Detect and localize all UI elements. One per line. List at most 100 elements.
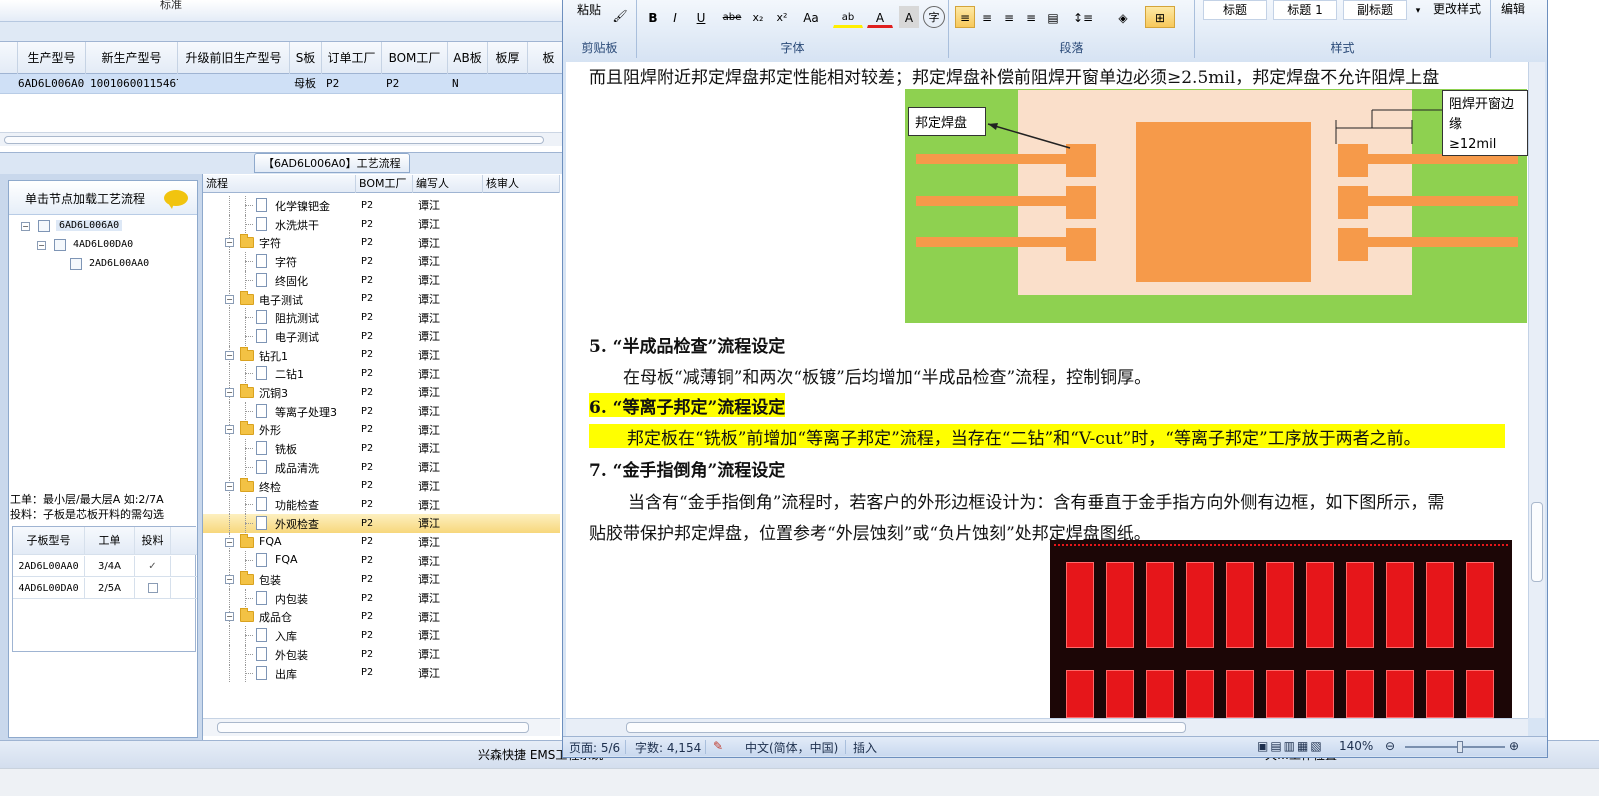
grid-horizontal-scrollbar[interactable]: [0, 132, 570, 146]
flow-row[interactable]: 化学镍钯金 P2 谭江: [203, 196, 560, 215]
highlight-button[interactable]: ab: [833, 6, 863, 28]
borders-icon[interactable]: ⊞: [1145, 6, 1175, 28]
word-count[interactable]: 字数: 4,154: [635, 739, 701, 756]
shading-icon[interactable]: ◈: [1107, 6, 1139, 28]
scroll-thumb[interactable]: [217, 722, 529, 733]
tree-collapse-icon[interactable]: −: [225, 294, 234, 304]
flow-row[interactable]: 外包装 P2 谭江: [203, 644, 560, 664]
col-header[interactable]: 编写人: [413, 175, 483, 193]
styles-more-icon[interactable]: ▾: [1411, 0, 1425, 20]
align-center-icon[interactable]: ≡: [977, 6, 997, 28]
flow-row[interactable]: 外观检查 P2 谭江: [203, 513, 560, 533]
document-horizontal-scrollbar[interactable]: [566, 718, 1528, 736]
tree-node[interactable]: 4AD6L00DA0: [73, 239, 133, 250]
col-header[interactable]: S板: [290, 42, 322, 74]
tree-node[interactable]: 2AD6L00AA0: [89, 258, 149, 269]
tree-collapse-icon[interactable]: −: [225, 388, 234, 397]
col-header[interactable]: 新生产型号: [86, 42, 178, 74]
checkbox[interactable]: [135, 578, 171, 598]
zoom-in-icon[interactable]: ⊕: [1509, 739, 1519, 753]
char-shading-button[interactable]: A: [899, 6, 919, 28]
distributed-icon[interactable]: ▤: [1043, 6, 1063, 28]
flow-row[interactable]: − 外形 P2 谭江: [203, 420, 560, 440]
table-row[interactable]: 2AD6L00AA0 3/4A ✓: [13, 556, 197, 577]
table-row[interactable]: 4AD6L00DA0 2/5A: [13, 578, 197, 599]
flow-row[interactable]: 二钻1 P2 谭江: [203, 364, 560, 383]
scroll-thumb[interactable]: [626, 722, 1186, 733]
flow-row[interactable]: − 钻孔1 P2 谭江: [203, 345, 560, 365]
scroll-thumb[interactable]: [4, 136, 544, 144]
flow-row[interactable]: − 包装 P2 谭江: [203, 570, 560, 589]
chat-bubble-icon[interactable]: [164, 190, 188, 209]
flow-row[interactable]: 等离子处理3 P2 谭江: [203, 401, 560, 421]
insert-mode[interactable]: 插入: [853, 739, 877, 756]
tree-collapse-icon[interactable]: −: [225, 481, 234, 491]
flow-grid-horizontal-scrollbar[interactable]: [203, 718, 560, 736]
col-header[interactable]: BOM工厂: [382, 42, 448, 74]
tree-collapse-icon[interactable]: −: [225, 537, 234, 547]
tree-collapse-icon[interactable]: −: [225, 575, 234, 584]
document-vertical-scrollbar[interactable]: [1528, 62, 1545, 718]
flow-row[interactable]: 成品清洗 P2 谭江: [203, 457, 560, 477]
tree-collapse-icon[interactable]: −: [225, 612, 234, 622]
page-indicator[interactable]: 页面: 5/6: [569, 739, 620, 756]
italic-button[interactable]: I: [665, 6, 685, 28]
tab-process-flow[interactable]: 【6AD6L006A0】工艺流程: [254, 153, 410, 173]
justify-icon[interactable]: ≡: [1021, 6, 1041, 28]
col-header[interactable]: 订单工厂: [322, 42, 382, 74]
tree-collapse-icon[interactable]: −: [225, 350, 234, 360]
align-left-icon[interactable]: ≡: [955, 6, 975, 28]
tree-expand-icon[interactable]: −: [37, 241, 46, 250]
line-spacing-icon[interactable]: ↕≡: [1067, 6, 1099, 28]
scroll-thumb[interactable]: [1531, 502, 1543, 582]
style-heading-1[interactable]: 标题 1: [1273, 0, 1337, 20]
flow-row[interactable]: 内包装 P2 谭江: [203, 588, 560, 608]
proofing-icon[interactable]: ✎: [713, 739, 723, 753]
style-subtitle[interactable]: 副标题: [1343, 0, 1407, 20]
style-heading[interactable]: 标题: [1203, 0, 1267, 20]
checkbox[interactable]: ✓: [135, 556, 171, 576]
flow-row[interactable]: 功能检查 P2 谭江: [203, 495, 560, 514]
flow-row[interactable]: 字符 P2 谭江: [203, 252, 560, 271]
col-header[interactable]: 流程: [203, 175, 356, 193]
col-header[interactable]: BOM工厂: [356, 175, 413, 193]
font-color-button[interactable]: A: [867, 6, 893, 28]
paste-button[interactable]: 粘贴: [571, 0, 607, 22]
format-painter-icon[interactable]: 🖌: [609, 4, 631, 26]
flow-row[interactable]: 出库 P2 谭江: [203, 663, 560, 683]
flow-row[interactable]: 水洗烘干 P2 谭江: [203, 214, 560, 234]
superscript-button[interactable]: x²: [771, 6, 793, 28]
tree-node[interactable]: 6AD6L006A0: [56, 220, 123, 231]
tree-collapse-icon[interactable]: −: [225, 238, 234, 248]
bold-button[interactable]: B: [643, 6, 663, 28]
flow-row[interactable]: − 沉铜3 P2 谭江: [203, 383, 560, 402]
col-header[interactable]: 工单: [85, 527, 135, 554]
col-header[interactable]: 生产型号: [18, 42, 86, 74]
zoom-slider[interactable]: [1405, 746, 1505, 748]
col-header[interactable]: 子板型号: [13, 527, 85, 554]
align-right-icon[interactable]: ≡: [999, 6, 1019, 28]
strikethrough-button[interactable]: abe: [719, 6, 745, 28]
change-styles-button[interactable]: 更改样式: [1427, 0, 1487, 22]
col-header[interactable]: 投料: [135, 527, 171, 554]
flow-row[interactable]: − 成品仓 P2 谭江: [203, 607, 560, 627]
flow-row[interactable]: 铣板 P2 谭江: [203, 439, 560, 458]
col-header[interactable]: 核审人: [483, 175, 560, 193]
view-mode-icons[interactable]: ▣▤▥▦▧: [1257, 739, 1324, 753]
change-case-button[interactable]: Aa: [795, 6, 827, 28]
flow-row[interactable]: − FQA P2 谭江: [203, 532, 560, 552]
flow-row[interactable]: − 字符 P2 谭江: [203, 233, 560, 253]
enclose-char-button[interactable]: 字: [923, 6, 945, 28]
zoom-level[interactable]: 140%: [1339, 739, 1373, 753]
edit-button[interactable]: 编辑: [1493, 0, 1533, 22]
flow-row[interactable]: 终固化 P2 谭江: [203, 270, 560, 290]
flow-row[interactable]: 入库 P2 谭江: [203, 626, 560, 645]
zoom-slider-thumb[interactable]: [1457, 741, 1463, 753]
tree-expand-icon[interactable]: −: [21, 222, 30, 231]
flow-row[interactable]: 电子测试 P2 谭江: [203, 326, 560, 346]
flow-row[interactable]: − 电子测试 P2 谭江: [203, 289, 560, 309]
flow-row[interactable]: 阻抗测试 P2 谭江: [203, 308, 560, 327]
table-row[interactable]: 6AD6L006A0 10010600115467 母板 P2 P2 N: [0, 74, 570, 94]
tree-collapse-icon[interactable]: −: [225, 425, 234, 435]
flow-row[interactable]: − 终检 P2 谭江: [203, 476, 560, 496]
